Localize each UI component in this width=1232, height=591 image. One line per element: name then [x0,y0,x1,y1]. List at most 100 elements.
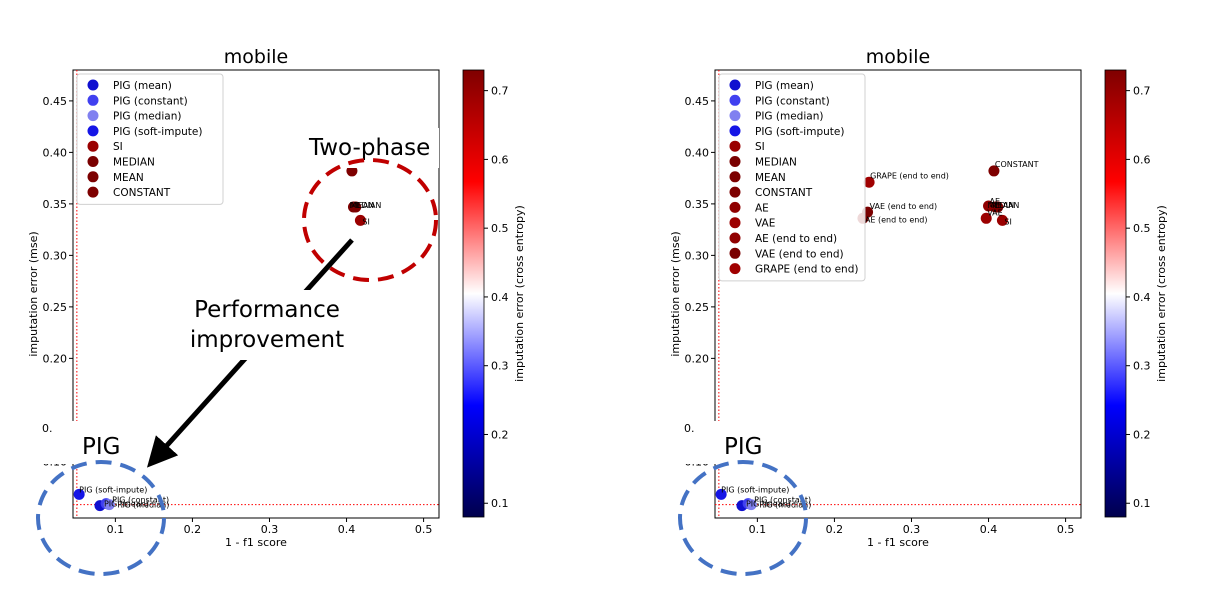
colorbar-tick-label: 0.6 [1133,153,1151,166]
colorbar-tick-label: 0.1 [1133,497,1151,510]
legend-entry-label: VAE (end to end) [755,248,844,260]
y-axis-label: imputation error (mse) [669,231,682,356]
legend-entry-label: MEAN [755,172,786,184]
colorbar-tick-label: 0.2 [1133,428,1151,441]
figure: mobile0.10.20.30.40.50.100.200.250.300.3… [27,46,1168,576]
legend-entry-label: PIG (median) [113,111,181,123]
colorbar-tick-label: 0.5 [491,222,509,235]
legend-marker [729,201,741,213]
colorbar-tick-label: 0.2 [491,428,509,441]
y-tick-label: 0.30 [685,249,710,262]
x-tick-label: 0.2 [184,523,202,536]
point-label: SI [362,217,369,226]
colorbar-tick-label: 0.3 [491,360,509,373]
x-tick-label: 0.4 [338,523,356,536]
colorbar-label: imputation error (cross entropy) [513,205,526,382]
two-phase-highlight-circle [302,158,438,282]
y-tick-label: 0.40 [685,146,710,159]
legend-entry-label: PIG (mean) [755,80,814,92]
point-label: PIG (soft-impute) [79,485,147,494]
legend-marker [729,171,741,183]
x-tick-label: 0.2 [826,523,844,536]
left-chart-panel: mobile0.10.20.30.40.50.100.200.250.300.3… [27,46,526,576]
x-axis-label: 1 - f1 score [225,536,287,549]
x-tick-label: 0.5 [415,523,433,536]
legend-marker [729,217,741,229]
legend-marker [729,94,741,106]
y-tick-label: 0.30 [43,249,68,262]
legend-marker [87,186,99,198]
legend-marker [729,110,741,122]
two-phase-annotation: Two-phase [308,135,430,161]
x-tick-label: 0.1 [749,523,767,536]
colorbar [462,69,485,518]
colorbar-tick-label: 0.4 [491,291,509,304]
improvement-annotation-line1: Performance [194,297,340,323]
legend-marker [729,247,741,259]
colorbar-tick-label: 0.7 [1133,85,1151,98]
colorbar-tick-label: 0.1 [491,497,509,510]
y-tick-label: 0.20 [43,352,68,365]
legend-entry-label: PIG (mean) [113,80,172,92]
partial-tick-label: 0. [42,422,53,435]
point-label: CONSTANT [995,160,1039,169]
legend-entry-label: PIG (median) [755,111,823,123]
y-axis-label: imputation error (mse) [27,231,40,356]
partial-tick-label: 0. [684,422,695,435]
point-label: MEAN [351,201,374,210]
colorbar-label: imputation error (cross entropy) [1155,205,1168,382]
colorbar-tick-label: 0.5 [1133,222,1151,235]
point-label: SI [1004,217,1011,226]
x-tick-label: 0.4 [980,523,998,536]
x-axis-label: 1 - f1 score [867,536,929,549]
legend-marker [87,156,99,167]
colorbar-tick-label: 0.4 [1133,291,1151,304]
chart-title: mobile [224,46,288,68]
point-label: VAE (end to end) [870,202,938,211]
legend-entry-label: PIG (constant) [755,95,830,107]
legend-entry-label: CONSTANT [755,187,813,199]
y-tick-label: 0.20 [685,352,710,365]
x-tick-label: 0.1 [107,523,125,536]
chart-title: mobile [866,46,930,68]
legend-marker [729,232,741,244]
improvement-annotation-line2: improvement [190,327,344,353]
legend-entry-label: PIG (soft-impute) [113,126,202,138]
point-label: PIG (soft-impute) [721,485,789,494]
legend-entry-label: CONSTANT [113,187,171,199]
pig-annotation: PIG [82,434,120,460]
legend-marker [729,186,741,198]
y-tick-label: 0.35 [685,198,710,211]
legend-marker [87,171,99,183]
legend-entry-label: SI [113,141,123,153]
legend-marker [729,156,741,167]
y-tick-label: 0.25 [43,301,68,314]
legend-entry-label: PIG (soft-impute) [755,126,844,138]
legend-entry-label: GRAPE (end to end) [755,264,858,276]
right-chart-panel: mobile0.10.20.30.40.50.100.200.250.300.3… [669,46,1168,576]
legend-marker [87,140,99,152]
point-label: AE (end to end) [865,215,928,224]
legend-entry-label: MEDIAN [755,157,797,169]
y-tick-label: 0.25 [685,301,710,314]
legend-box [76,73,224,205]
y-tick-label: 0.45 [685,95,710,108]
x-tick-label: 0.5 [1057,523,1075,536]
colorbar-tick-label: 0.6 [491,153,509,166]
legend-entry-label: PIG (constant) [113,95,188,107]
legend-entry-label: VAE [755,218,775,230]
colorbar [1104,69,1127,518]
y-tick-label: 0.45 [43,95,68,108]
point-label: VAE [987,208,1003,217]
legend-marker [729,125,741,137]
pig-annotation: PIG [724,434,762,460]
legend-entry-label: MEDIAN [113,157,155,169]
legend-marker [87,110,99,122]
legend-marker [729,140,741,152]
legend-entry-label: AE [755,202,769,214]
y-tick-label: 0.35 [43,198,68,211]
legend-marker [87,94,99,106]
legend-marker [729,263,741,275]
x-tick-label: 0.3 [903,523,921,536]
point-label: GRAPE (end to end) [870,171,949,180]
